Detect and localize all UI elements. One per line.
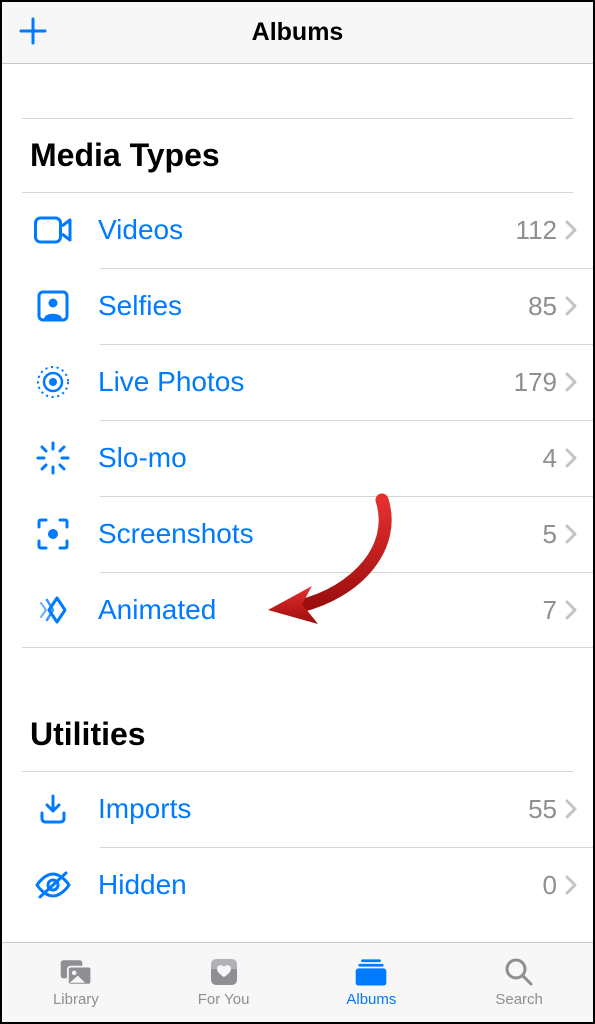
albums-icon — [353, 957, 389, 987]
row-animated[interactable]: Animated 7 — [2, 572, 593, 648]
tabbar: Library For You Albums Search — [2, 942, 593, 1022]
tab-library[interactable]: Library — [2, 943, 150, 1022]
section-title-media-types: Media Types — [2, 119, 593, 192]
row-count: 55 — [528, 794, 557, 825]
slo-mo-icon — [30, 435, 76, 481]
row-imports[interactable]: Imports 55 — [2, 771, 593, 847]
row-label: Videos — [98, 214, 516, 246]
content: Media Types Videos 112 Selfies 85 — [2, 66, 593, 942]
row-label: Selfies — [98, 290, 528, 322]
row-count: 7 — [543, 595, 557, 626]
row-count: 179 — [514, 367, 557, 398]
section-title-utilities: Utilities — [2, 698, 593, 771]
row-label: Animated — [98, 594, 543, 626]
media-types-list: Videos 112 Selfies 85 Live Photos 17 — [2, 192, 593, 648]
tab-search[interactable]: Search — [445, 943, 593, 1022]
eye-slash-icon — [30, 862, 76, 908]
row-slo-mo[interactable]: Slo-mo 4 — [2, 420, 593, 496]
chevron-right-icon — [565, 296, 577, 316]
navbar: Albums — [2, 2, 593, 64]
chevron-right-icon — [565, 372, 577, 392]
add-button[interactable] — [18, 13, 48, 53]
viewfinder-icon — [30, 511, 76, 557]
row-screenshots[interactable]: Screenshots 5 — [2, 496, 593, 572]
tab-label: Search — [495, 991, 543, 1008]
row-videos[interactable]: Videos 112 — [2, 192, 593, 268]
animated-icon — [30, 587, 76, 633]
live-photo-icon — [30, 359, 76, 405]
row-count: 0 — [543, 870, 557, 901]
library-icon — [58, 957, 94, 987]
tab-label: Library — [53, 991, 99, 1008]
chevron-right-icon — [565, 448, 577, 468]
utilities-list: Imports 55 Hidden 0 — [2, 771, 593, 923]
person-square-icon — [30, 283, 76, 329]
row-label: Screenshots — [98, 518, 543, 550]
chevron-right-icon — [565, 875, 577, 895]
row-label: Slo-mo — [98, 442, 543, 474]
import-icon — [30, 786, 76, 832]
chevron-right-icon — [565, 799, 577, 819]
row-count: 85 — [528, 291, 557, 322]
for-you-icon — [206, 957, 242, 987]
row-selfies[interactable]: Selfies 85 — [2, 268, 593, 344]
row-hidden[interactable]: Hidden 0 — [2, 847, 593, 923]
row-count: 5 — [543, 519, 557, 550]
row-label: Hidden — [98, 869, 543, 901]
row-live-photos[interactable]: Live Photos 179 — [2, 344, 593, 420]
row-label: Imports — [98, 793, 528, 825]
tab-label: For You — [198, 991, 250, 1008]
tab-albums[interactable]: Albums — [298, 943, 446, 1022]
row-count: 112 — [516, 215, 557, 246]
navbar-title: Albums — [252, 18, 344, 47]
tab-for-you[interactable]: For You — [150, 943, 298, 1022]
chevron-right-icon — [565, 220, 577, 240]
tab-label: Albums — [346, 991, 396, 1008]
row-count: 4 — [543, 443, 557, 474]
search-icon — [501, 957, 537, 987]
chevron-right-icon — [565, 600, 577, 620]
chevron-right-icon — [565, 524, 577, 544]
video-icon — [30, 207, 76, 253]
row-label: Live Photos — [98, 366, 514, 398]
